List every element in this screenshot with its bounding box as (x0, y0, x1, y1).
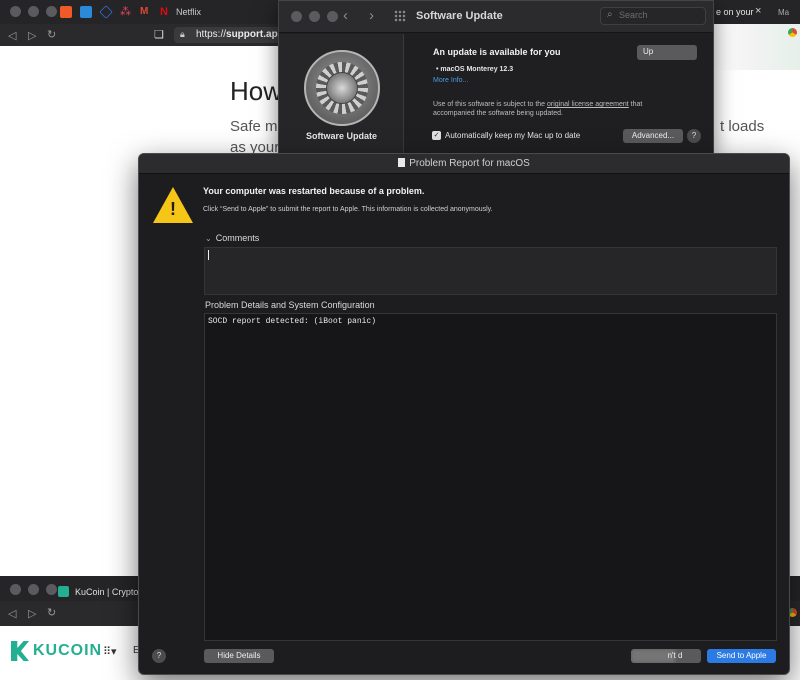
software-update-window: ‹ › Software Update ⌕ Software Update An… (278, 0, 714, 154)
tab-netflix-label[interactable]: Netflix (176, 7, 201, 17)
kucoin-tab-label[interactable]: KuCoin | Crypto (75, 587, 138, 597)
lock-icon: 🔒︎ (180, 29, 185, 39)
tab-overflow-label[interactable]: Ma (778, 8, 789, 17)
search-icon: ⌕ (607, 9, 613, 20)
problem-report-window: Problem Report for macOS ! Your computer… (138, 153, 790, 675)
document-icon (398, 158, 406, 167)
active-tab-title[interactable]: e on your (716, 7, 754, 17)
hide-details-button[interactable]: Hide Details (204, 649, 274, 663)
page-side-banner (713, 24, 800, 70)
advanced-button[interactable]: Advanced... (623, 129, 683, 143)
reload-icon[interactable]: ↻ (47, 606, 56, 619)
sidebar-toggle-icon[interactable]: ◁ (8, 29, 16, 42)
software-update-window-controls[interactable] (291, 11, 338, 22)
send-to-apple-button[interactable]: Send to Apple (707, 649, 776, 663)
zoom-window-button[interactable] (327, 11, 338, 22)
netflix-favicon-icon[interactable]: N (160, 6, 172, 18)
minimize-window-button[interactable] (309, 11, 320, 22)
asana-favicon-icon[interactable]: ⁂ (120, 6, 132, 18)
problem-headline: Your computer was restarted because of a… (203, 186, 425, 196)
bookmark-icon[interactable]: ❏ (154, 28, 164, 41)
tab-close-icon[interactable]: × (755, 5, 761, 17)
calendar-favicon-icon[interactable] (80, 6, 92, 18)
show-all-grid-icon[interactable] (394, 10, 406, 22)
page-paragraph-fragment-right: t loads (720, 118, 765, 135)
license-notice: Use of this software is subject to the o… (433, 101, 643, 117)
forward-arrow-icon[interactable]: ▷ (28, 607, 36, 620)
kucoin-logo-text: KUCOIN (33, 642, 103, 659)
update-available-headline: An update is available for you (433, 47, 561, 57)
close-window-button[interactable] (291, 11, 302, 22)
chevron-down-icon[interactable]: ⌄ (205, 234, 212, 243)
software-update-sidebar: Software Update (279, 34, 404, 154)
chrome-icon[interactable] (788, 28, 797, 37)
help-button[interactable]: ? (152, 649, 166, 663)
dont-send-button[interactable]: n't d (631, 649, 701, 663)
warning-icon: ! (153, 187, 193, 223)
page-heading: How (230, 76, 283, 106)
minimize-window-button[interactable] (28, 584, 39, 595)
apps-grid-icon[interactable]: ⠿▾ (103, 645, 117, 658)
window-title: Software Update (416, 10, 503, 22)
help-button[interactable]: ? (687, 129, 701, 143)
forward-arrow-icon[interactable]: ▷ (28, 29, 36, 42)
update-now-button[interactable]: Up (637, 45, 697, 60)
comments-field[interactable] (204, 247, 777, 295)
close-window-button[interactable] (10, 584, 21, 595)
kucoin-logo-mark-icon (11, 641, 29, 661)
kucoin-window-controls[interactable] (10, 584, 57, 595)
search-input[interactable] (619, 10, 699, 20)
auto-update-checkbox[interactable]: ✓ (432, 131, 441, 140)
sidebar-label: Software Update (305, 131, 377, 141)
kucoin-favicon-icon[interactable] (58, 586, 69, 597)
comments-disclosure[interactable]: ⌄ Comments (205, 233, 259, 243)
close-window-button[interactable] (10, 6, 21, 17)
zoom-window-button[interactable] (46, 6, 57, 17)
kucoin-logo[interactable]: KUCOIN (11, 641, 102, 661)
address-bar-url[interactable]: https://support.app (196, 29, 284, 40)
back-arrow-icon[interactable]: ◁ (8, 607, 16, 620)
more-info-link[interactable]: More Info... (433, 77, 468, 84)
license-agreement-link[interactable]: original license agreement (547, 101, 629, 108)
browser-window-controls[interactable] (10, 6, 57, 17)
minimize-window-button[interactable] (28, 6, 39, 17)
text-cursor (208, 250, 209, 260)
forward-arrow-icon[interactable]: › (369, 7, 374, 24)
gear-hub (326, 72, 358, 104)
problem-report-titlebar: Problem Report for macOS (139, 154, 789, 174)
software-update-titlebar: ‹ › Software Update ⌕ (279, 1, 713, 33)
problem-details-text[interactable]: SOCD report detected: (iBoot panic) (204, 313, 777, 641)
details-label: Problem Details and System Configuration (205, 300, 375, 310)
auto-update-label[interactable]: Automatically keep my Mac up to date (445, 131, 580, 140)
window-title: Problem Report for macOS (139, 158, 789, 169)
software-update-gear-icon (304, 50, 380, 126)
update-version: • macOS Monterey 12.3 (436, 66, 514, 73)
search-field[interactable]: ⌕ (600, 7, 706, 25)
reload-icon[interactable]: ↻ (47, 28, 56, 41)
problem-description: Click “Send to Apple” to submit the repo… (203, 206, 493, 213)
gmail-favicon-icon[interactable]: M (140, 6, 152, 18)
zoom-window-button[interactable] (46, 584, 57, 595)
soundcloud-favicon-icon[interactable] (60, 6, 72, 18)
back-arrow-icon[interactable]: ‹ (343, 7, 348, 24)
